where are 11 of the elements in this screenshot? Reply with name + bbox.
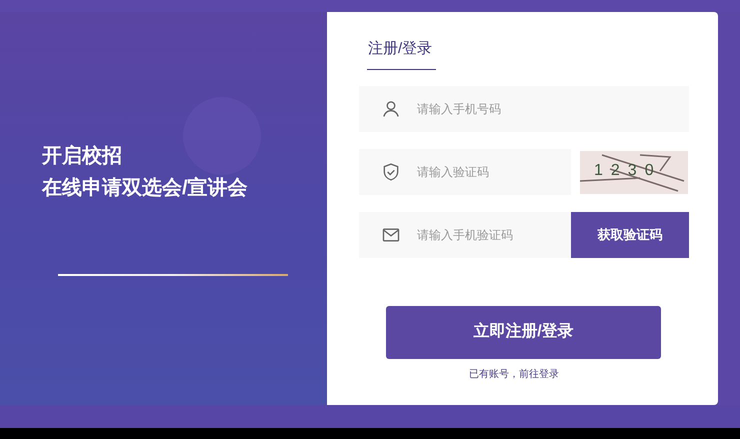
input-field[interactable]: 请输入验证码 [359,148,571,194]
get-code-button[interactable]: 获取验证码 [571,212,689,258]
shield-check-icon [381,162,401,182]
promo-heading: 开启校招 [42,144,123,169]
submit-button[interactable]: 立即注册/登录 [386,306,661,358]
promo-heading: 在线申请双选会/宣讲会 [42,176,249,201]
tab[interactable]: 注册/登录 [367,38,436,70]
input-field[interactable]: 请输入手机号码 [359,86,689,132]
login-link[interactable]: 已有账号，前往登录 [469,366,559,382]
input-field[interactable]: 请输入手机验证码 [359,212,571,258]
user-icon [381,98,401,118]
